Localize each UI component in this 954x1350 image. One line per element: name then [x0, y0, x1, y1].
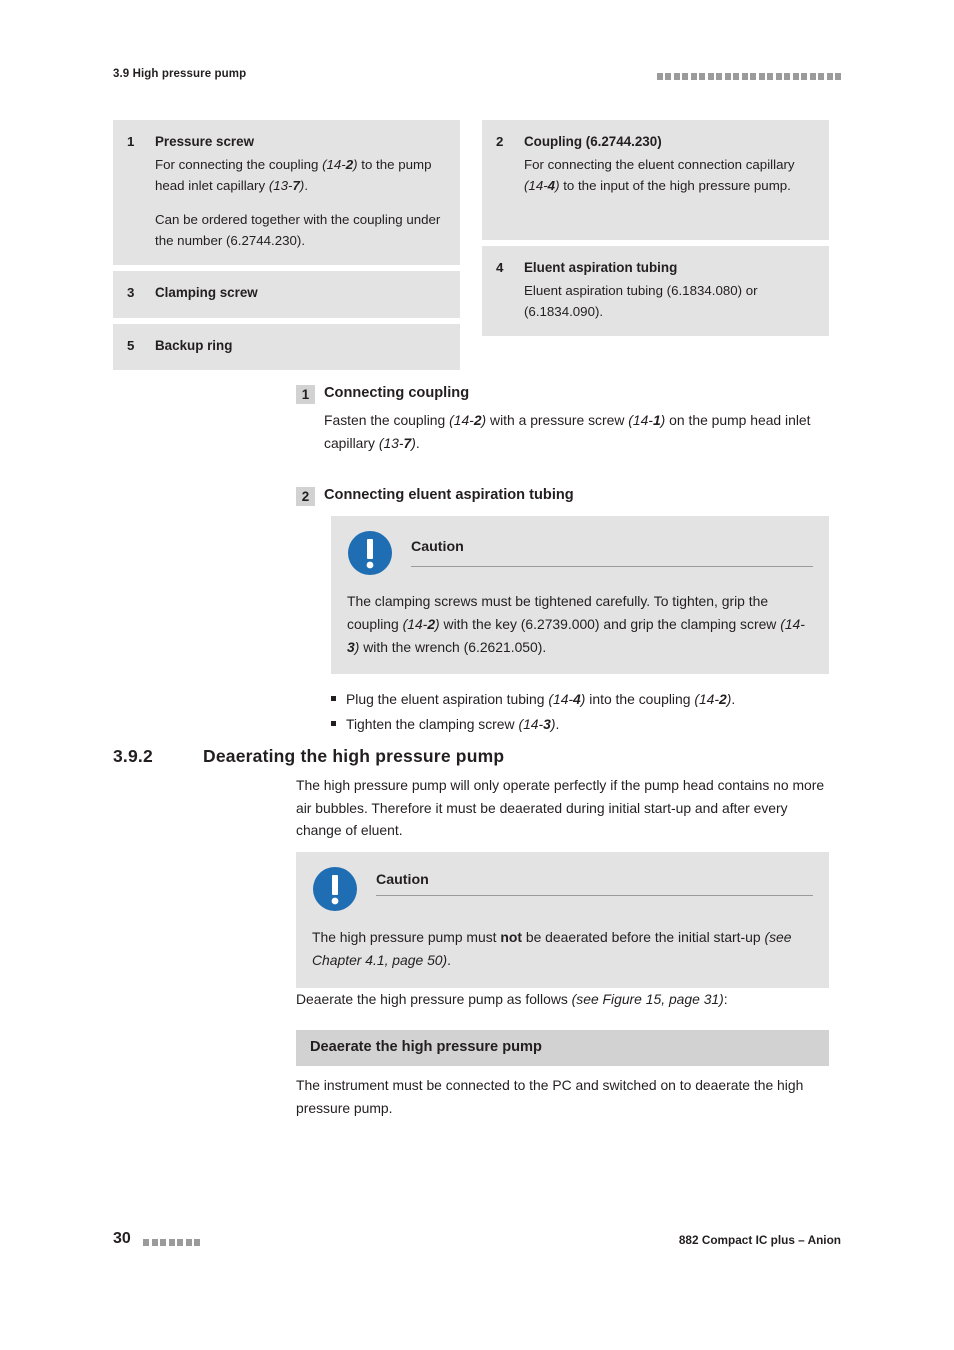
caution-text: The clamping screws must be tightened ca… — [347, 593, 805, 655]
legend-column-left: 1 Pressure screw For connecting the coup… — [113, 120, 460, 371]
step-connecting-eluent-aspiration-tubing: 2 Connecting eluent aspiration tubing Ca… — [296, 486, 829, 737]
bullet-square-icon — [331, 696, 336, 702]
legend-table: 1 Pressure screw For connecting the coup… — [113, 120, 829, 371]
header-block-decoration — [656, 73, 841, 80]
step-number-badge: 1 — [296, 385, 315, 404]
legend-item-number: 2 — [496, 134, 504, 149]
caution-box-deaerate-wrapper: Caution The high pressure pump must not … — [296, 852, 829, 988]
bullet-item: Plug the eluent aspiration tubing (14-4)… — [331, 688, 829, 710]
exclamation-circle-icon — [347, 530, 393, 576]
legend-item-title: Pressure screw — [155, 134, 255, 149]
legend-item-title: Coupling (6.2744.230) — [524, 134, 662, 149]
step-connecting-coupling: 1 Connecting coupling Fasten the couplin… — [296, 384, 829, 454]
legend-item-2: 2 Coupling (6.2744.230) For connecting t… — [482, 120, 829, 240]
legend-item-3: 3 Clamping screw — [113, 270, 460, 318]
legend-item-text: For connecting the eluent connection cap… — [524, 156, 795, 193]
legend-item-number: 3 — [127, 284, 135, 300]
exclamation-circle-icon — [312, 866, 358, 912]
caution-text: The high pressure pump must not be deaer… — [312, 929, 792, 968]
bullet-text: Plug the eluent aspiration tubing (14-4)… — [346, 691, 736, 708]
legend-column-right: 2 Coupling (6.2744.230) For connecting t… — [482, 120, 829, 370]
section-intro-paragraph: The high pressure pump will only operate… — [296, 777, 825, 839]
legend-item-text: Eluent aspiration tubing (6.1834.080) or… — [524, 282, 758, 319]
deaerate-instruction-paragraph: Deaerate the high pressure pump as follo… — [296, 991, 728, 1007]
caution-title: Caution — [376, 872, 813, 896]
step-title: Connecting coupling — [324, 385, 470, 401]
page-footer: 30 882 Compact IC plus – Anion — [113, 1230, 841, 1250]
legend-item-text-2: Can be ordered together with the couplin… — [155, 211, 441, 248]
legend-item-1: 1 Pressure screw For connecting the coup… — [113, 120, 460, 265]
caution-box-initial-startup: Caution The high pressure pump must not … — [296, 852, 829, 988]
legend-item-number: 1 — [127, 134, 135, 149]
document-page: 3.9 High pressure pump 1 Pressure screw … — [0, 0, 954, 1350]
legend-item-5: 5 Backup ring — [113, 323, 460, 371]
page-number: 30 — [113, 1230, 131, 1247]
caution-title: Caution — [411, 536, 813, 568]
step-number-badge: 2 — [296, 487, 315, 506]
section-title: Deaerating the high pressure pump — [203, 746, 505, 766]
bullet-square-icon — [331, 720, 336, 726]
step-title: Connecting eluent aspiration tubing — [324, 487, 574, 503]
bullet-text: Tighten the clamping screw (14-3). — [346, 715, 560, 732]
footer-block-decoration — [143, 1239, 200, 1246]
legend-item-title: Backup ring — [155, 337, 233, 353]
legend-item-title: Clamping screw — [155, 284, 258, 300]
bullet-item: Tighten the clamping screw (14-3). — [331, 713, 829, 735]
caution-box-clamping-screws: Caution The clamping screws must be tigh… — [331, 516, 829, 675]
bullet-list: Plug the eluent aspiration tubing (14-4)… — [331, 688, 829, 735]
section-number: 3.9.2 — [113, 746, 153, 766]
deaerate-section-bar: Deaerate the high pressure pump — [296, 1030, 829, 1066]
page-header: 3.9 High pressure pump — [113, 68, 841, 88]
closing-paragraph: The instrument must be connected to the … — [296, 1077, 804, 1116]
legend-item-text: For connecting the coupling (14-2) to th… — [155, 156, 432, 193]
legend-item-4: 4 Eluent aspiration tubing Eluent aspira… — [482, 246, 829, 336]
legend-item-title: Eluent aspiration tubing — [524, 260, 678, 275]
header-chapter-title: 3.9 High pressure pump — [113, 68, 247, 80]
legend-item-number: 4 — [496, 260, 504, 275]
step-body-text: Fasten the coupling (14-2) with a pressu… — [324, 412, 811, 451]
footer-product-name: 882 Compact IC plus – Anion — [678, 1233, 841, 1247]
legend-item-number: 5 — [127, 337, 135, 353]
